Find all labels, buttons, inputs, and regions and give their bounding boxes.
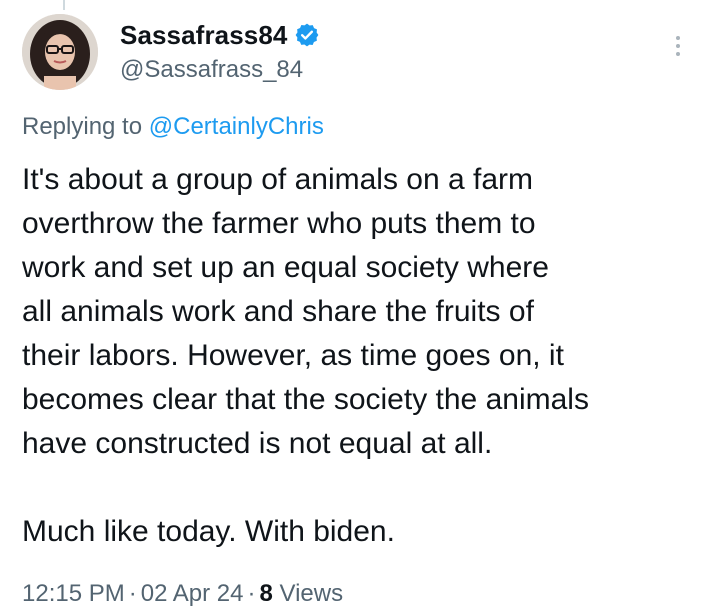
meta-separator: ·: [128, 580, 137, 607]
tweet-text-line: becomes clear that the society the anima…: [22, 383, 589, 416]
reply-context: Replying to @CertainlyChris: [22, 113, 324, 141]
views-label: Views: [272, 580, 344, 607]
tweet-text-line: all animals work and share the fruits of: [22, 295, 534, 328]
display-name[interactable]: Sassafrass84: [120, 20, 287, 51]
tweet-date[interactable]: 02 Apr 24: [141, 580, 244, 607]
reply-prefix: Replying to: [22, 113, 149, 140]
tweet-text-line: work and set up an equal society where: [22, 251, 549, 284]
avatar[interactable]: [22, 14, 98, 90]
tweet-text: It's about a group of animals on a farm …: [22, 158, 712, 554]
author-handle[interactable]: @Sassafrass_84: [120, 56, 320, 84]
tweet: Sassafrass84 @Sassafrass_84 Replying to …: [0, 0, 720, 614]
tweet-meta: 12:15 PM · 02 Apr 24 · 8 Views: [22, 580, 343, 608]
thread-connector-line: [63, 0, 65, 10]
tweet-text-line: overthrow the farmer who puts them to: [22, 207, 536, 240]
tweet-text-line: their labors. However, as time goes on, …: [22, 339, 564, 372]
avatar-image: [22, 14, 98, 90]
reply-mention-link[interactable]: @CertainlyChris: [149, 113, 324, 140]
views-count[interactable]: 8: [259, 580, 272, 607]
meta-separator: ·: [247, 580, 256, 607]
verified-badge-icon[interactable]: [294, 22, 320, 48]
tweet-text-line: have constructed is not equal at all.: [22, 427, 493, 460]
tweet-text-line: It's about a group of animals on a farm: [22, 163, 534, 196]
more-options-icon[interactable]: [668, 32, 688, 64]
display-name-row: Sassafrass84: [120, 20, 320, 50]
tweet-time[interactable]: 12:15 PM: [22, 580, 125, 607]
tweet-header: Sassafrass84 @Sassafrass_84: [22, 14, 702, 94]
author-names: Sassafrass84 @Sassafrass_84: [120, 20, 320, 84]
tweet-closing-line: Much like today. With biden.: [22, 515, 395, 548]
